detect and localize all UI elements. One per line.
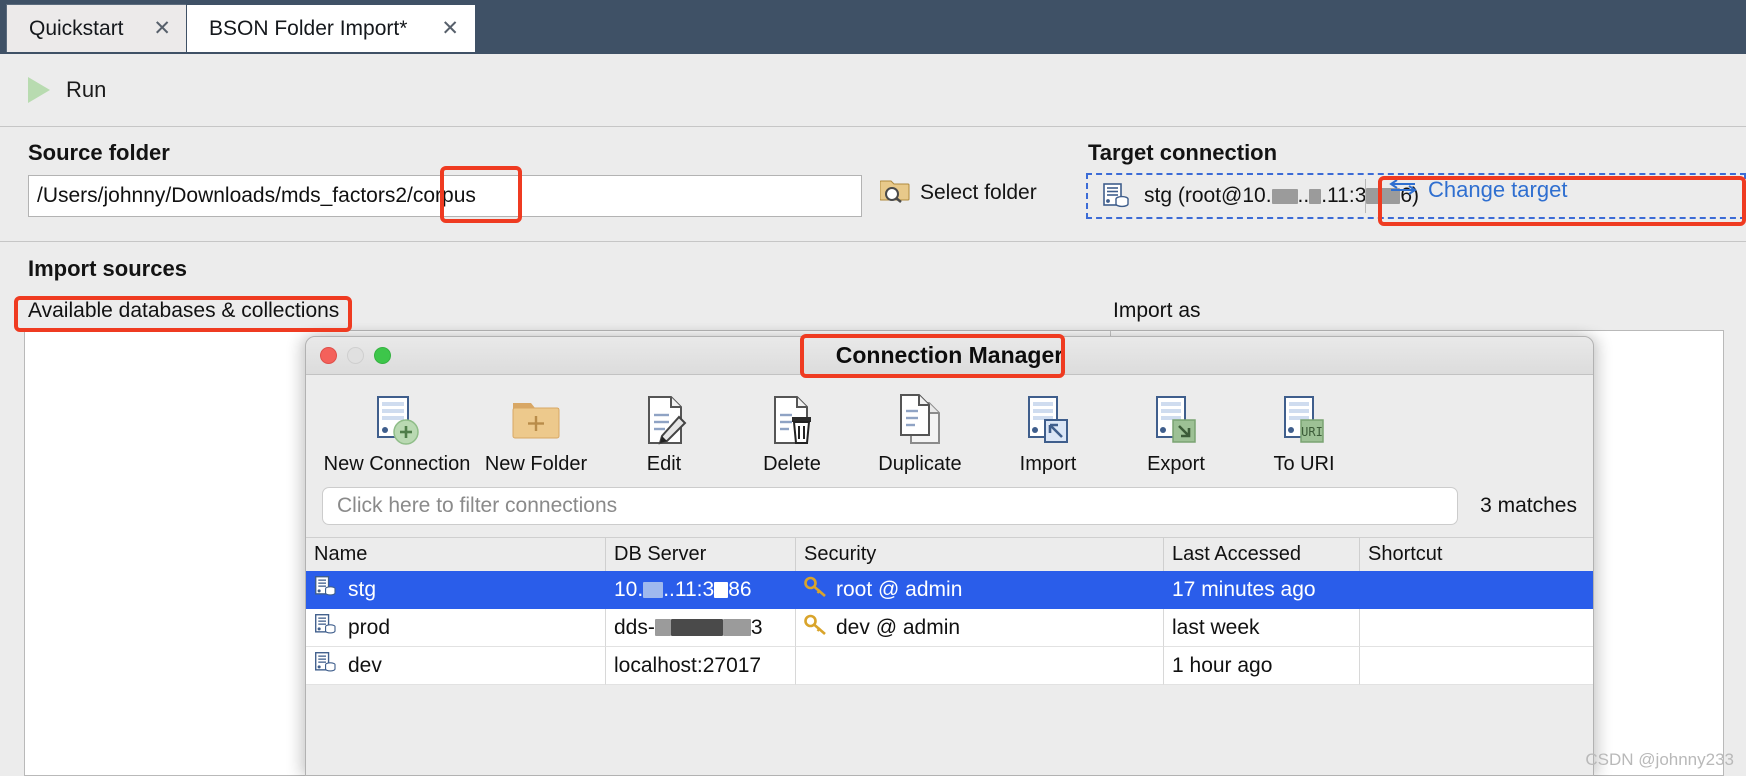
key-icon [804, 614, 828, 642]
edit-pencil-icon [635, 389, 693, 451]
connection-db-server: 10. ..11:3 86 [606, 571, 796, 609]
dialog-title: Connection Manager [835, 342, 1064, 368]
toolbar-label: Edit [646, 453, 682, 475]
new-folder-icon [507, 389, 565, 451]
duplicate-button[interactable]: Duplicate [856, 389, 984, 476]
connection-security [796, 647, 1164, 685]
import-sources-heading: Import sources [28, 256, 187, 281]
tab-bar: Quickstart ✕ BSON Folder Import* ✕ [0, 0, 1746, 52]
run-toolbar: Run [0, 52, 1746, 127]
connection-db-server: dds- 3 [606, 609, 796, 647]
close-icon[interactable]: ✕ [423, 18, 459, 39]
target-connection-label: stg (root@10... .11:3 6) [1144, 184, 1420, 207]
select-folder-label: Select folder [920, 180, 1037, 204]
to-uri-icon: URI [1275, 389, 1333, 451]
column-header-name[interactable]: Name [306, 538, 606, 571]
column-header-shortcut[interactable]: Shortcut [1360, 538, 1593, 571]
target-divider [1365, 179, 1366, 213]
source-folder-input[interactable]: /Users/johnny/Downloads/mds_factors2/cor… [28, 175, 862, 217]
change-target-label: Change target [1428, 177, 1568, 202]
toolbar-label: New Folder [484, 453, 588, 475]
connections-table: Name DB Server Security Last Accessed Sh… [306, 537, 1593, 685]
toolbar-label: Import [1019, 453, 1077, 475]
database-server-icon [314, 650, 338, 682]
key-icon [804, 576, 828, 604]
import-arrow-icon [1019, 389, 1077, 451]
connection-security: root @ admin [836, 577, 963, 601]
toolbar-label: To URI [1273, 453, 1335, 475]
to-uri-button[interactable]: URI To URI [1240, 389, 1368, 476]
connection-db-server: localhost:27017 [606, 647, 796, 685]
connection-last-accessed: last week [1164, 609, 1360, 647]
database-server-icon [314, 612, 338, 644]
run-button[interactable]: Run [28, 76, 106, 104]
swap-arrows-icon [1388, 177, 1418, 203]
change-target-button[interactable]: Change target [1388, 177, 1567, 203]
dialog-title-bar: Connection Manager [306, 337, 1593, 375]
connection-security: dev @ admin [836, 615, 961, 639]
connection-shortcut [1360, 571, 1593, 609]
table-row[interactable]: stg 10. ..11:3 86 root @ admin 17 minutes … [306, 571, 1593, 609]
delete-trash-icon [763, 389, 821, 451]
new-connection-icon [368, 389, 426, 451]
target-connection-heading: Target connection [1088, 140, 1278, 165]
tab-label: BSON Folder Import* [209, 16, 408, 40]
database-server-icon [1102, 182, 1130, 210]
duplicate-pages-icon [891, 389, 949, 451]
connection-last-accessed: 17 minutes ago [1164, 571, 1360, 609]
watermark: CSDN @johnny233 [1585, 750, 1734, 769]
connection-name: dev [348, 653, 382, 677]
delete-button[interactable]: Delete [728, 389, 856, 476]
new-folder-button[interactable]: New Folder [472, 389, 600, 476]
connection-name: stg [348, 577, 377, 601]
export-button[interactable]: Export [1112, 389, 1240, 476]
connection-manager-dialog: Connection Manager New Connection New Fo… [305, 336, 1594, 776]
table-row[interactable]: dev localhost:27017 1 hour ago [306, 647, 1593, 685]
connection-shortcut [1360, 609, 1593, 647]
toolbar-label: New Connection [323, 453, 471, 475]
run-button-label: Run [66, 77, 107, 102]
import-button[interactable]: Import [984, 389, 1112, 476]
dialog-toolbar: New Connection New Folder Edit Delete Du… [306, 375, 1593, 483]
toolbar-label: Delete [763, 453, 821, 475]
matches-count: 3 matches [1480, 494, 1577, 517]
table-row[interactable]: prod dds- 3 dev @ admin last week [306, 609, 1593, 647]
connection-shortcut [1360, 647, 1593, 685]
connection-last-accessed: 1 hour ago [1164, 647, 1360, 685]
column-header-last-accessed[interactable]: Last Accessed [1164, 538, 1360, 571]
available-databases-header: Available databases & collections [28, 299, 340, 322]
toolbar-label: Export [1147, 453, 1205, 475]
new-connection-button[interactable]: New Connection [322, 389, 472, 476]
source-folder-heading: Source folder [28, 140, 170, 165]
import-as-header: Import as [1113, 299, 1201, 322]
tab-quickstart[interactable]: Quickstart ✕ [6, 4, 188, 52]
database-server-icon [314, 574, 338, 606]
toolbar-label: Duplicate [878, 453, 962, 475]
play-triangle-icon [28, 76, 54, 104]
source-target-section: Source folder /Users/johnny/Downloads/md… [0, 127, 1746, 242]
table-header: Name DB Server Security Last Accessed Sh… [306, 537, 1593, 571]
folder-search-icon [879, 177, 910, 208]
app-window: Quickstart ✕ BSON Folder Import* ✕ Run S… [0, 0, 1746, 776]
select-folder-button[interactable]: Select folder [879, 177, 1037, 208]
tab-bson-folder-import[interactable]: BSON Folder Import* ✕ [186, 4, 476, 52]
column-header-db-server[interactable]: DB Server [606, 538, 796, 571]
filter-connections-input[interactable]: Click here to filter connections [322, 487, 1459, 525]
edit-button[interactable]: Edit [600, 389, 728, 476]
filter-row: Click here to filter connections 3 match… [306, 483, 1593, 529]
connection-name: prod [348, 615, 391, 639]
column-header-security[interactable]: Security [796, 538, 1164, 571]
export-arrow-icon [1147, 389, 1205, 451]
tab-label: Quickstart [29, 16, 124, 40]
close-icon[interactable]: ✕ [135, 18, 171, 39]
svg-text:URI: URI [1301, 425, 1323, 439]
